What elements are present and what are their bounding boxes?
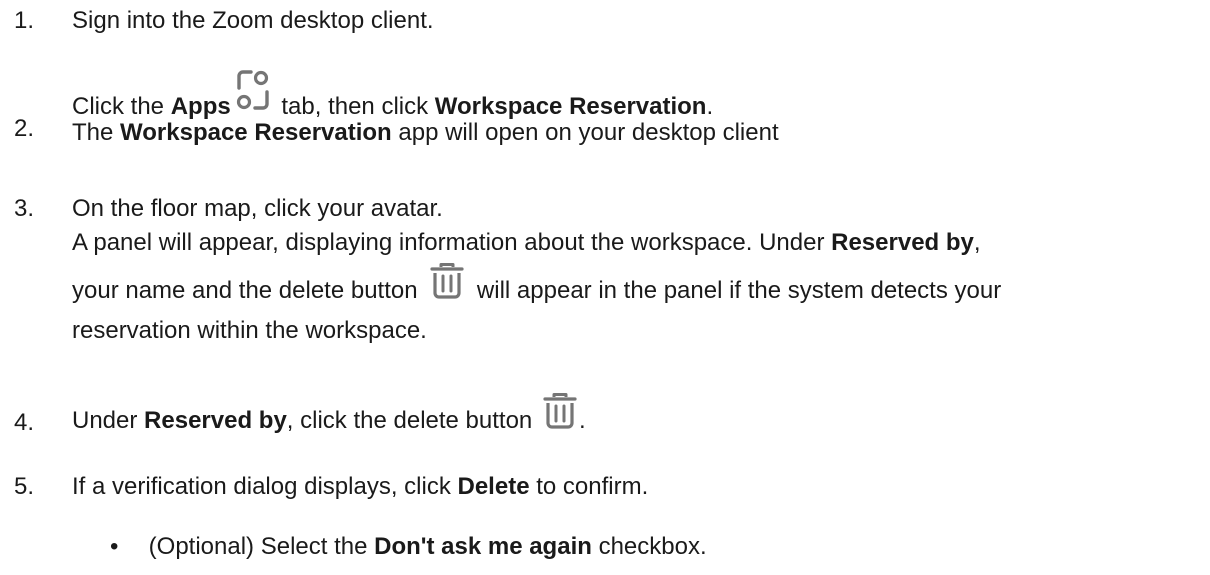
step-text: Sign into the Zoom desktop client. bbox=[72, 7, 434, 34]
step-text: Under Reserved by, click the delete butt… bbox=[72, 392, 1200, 444]
dont-ask-label: Don't ask me again bbox=[374, 533, 592, 560]
step-5: 5. If a verification dialog displays, cl… bbox=[14, 470, 1200, 504]
step-text: On the floor map, click your avatar. A p… bbox=[72, 195, 1002, 344]
delete-label: Delete bbox=[457, 473, 530, 500]
reserved-by-label: Reserved by bbox=[144, 407, 287, 434]
step-number: 3. bbox=[14, 195, 35, 222]
step-number: 1. bbox=[14, 7, 35, 34]
step-text: If a verification dialog displays, click… bbox=[72, 473, 649, 500]
step-number: 2. bbox=[14, 115, 35, 142]
trash-icon bbox=[430, 262, 464, 319]
reserved-by-label: Reserved by bbox=[831, 229, 974, 256]
step-text: Click the Apps tab, then click Workspace… bbox=[72, 68, 1200, 150]
step-number: 4. bbox=[14, 409, 35, 436]
trash-icon bbox=[543, 392, 577, 449]
optional-bullet: • (Optional) Select the Don't ask me aga… bbox=[58, 530, 1200, 564]
step-number: 5. bbox=[14, 473, 35, 500]
bullet-mark: • bbox=[110, 533, 119, 560]
step-1: 1. Sign into the Zoom desktop client. bbox=[14, 4, 1200, 38]
step-3: 3. On the floor map, click your avatar. … bbox=[14, 192, 1200, 344]
instruction-document: 1. Sign into the Zoom desktop client. 2.… bbox=[0, 0, 1210, 575]
